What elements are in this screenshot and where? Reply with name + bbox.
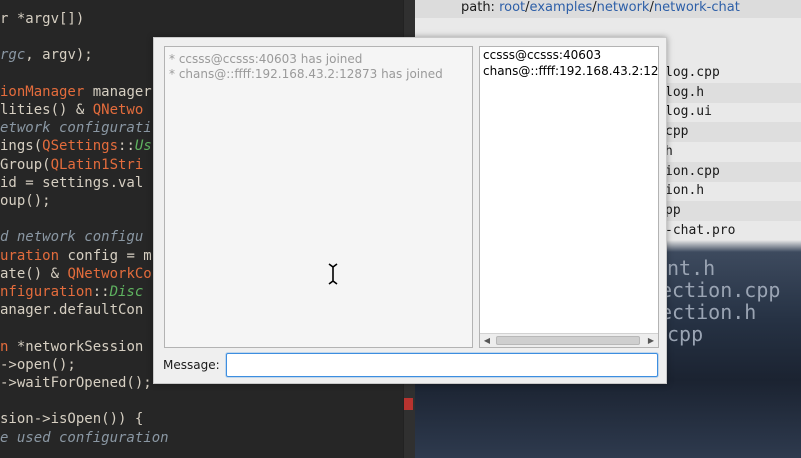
message-label: Message: <box>163 358 220 372</box>
path-link-network[interactable]: network <box>597 0 650 15</box>
code-token: config = m <box>59 247 152 264</box>
code-token: e used configuration <box>0 429 169 446</box>
code-line: ings(QSettings::Us <box>0 137 152 155</box>
code-token: d network configu <box>0 229 144 246</box>
code-line: e used configuration <box>0 429 169 447</box>
code-token: Group( <box>0 156 51 173</box>
code-token: oup(); <box>0 193 51 209</box>
code-token: QNetworkCo <box>67 265 152 282</box>
code-token: r *argv[]) <box>0 11 85 27</box>
chat-log[interactable]: * ccsss@ccsss:40603 has joined * chans@::… <box>164 46 473 348</box>
code-line: Group(QLatin1Stri <box>0 156 143 174</box>
code-token: Us <box>134 138 152 155</box>
file-name-large: cpp <box>667 322 704 346</box>
code-line: n *networkSession <box>0 338 143 356</box>
code-token: QSettings <box>42 138 119 155</box>
scroll-right-icon[interactable]: ▶ <box>645 334 657 347</box>
code-token: uration <box>0 247 60 264</box>
file-name-large: nt.h <box>667 256 716 280</box>
path-label: path: root/examples/network/network-chat <box>461 0 740 16</box>
chat-dialog: * ccsss@ccsss:40603 has joined * chans@::… <box>153 37 667 384</box>
file-name: cpp <box>665 124 689 140</box>
code-token: ings( <box>0 138 43 155</box>
code-line: uration config = m <box>0 247 152 265</box>
code-token: ->open(); <box>0 356 76 373</box>
code-token: id = settings.val <box>0 174 144 191</box>
code-line: ate() & QNetworkCo <box>0 265 152 283</box>
user-list[interactable]: chans@::ffff:192.168.43.2:12873 ccsss@ccs… <box>479 46 659 348</box>
code-token: Disc <box>109 284 144 300</box>
file-name: ion.h <box>665 183 705 199</box>
path-link-examples[interactable]: examples <box>530 0 593 15</box>
code-token: etwork configurati <box>0 120 152 137</box>
text-cursor-icon <box>328 263 338 285</box>
path-link-network-chat[interactable]: network-chat <box>654 0 740 15</box>
code-token: ate() & <box>0 265 68 282</box>
file-name: log.ui <box>665 104 712 120</box>
code-line: ionManager manager <box>0 83 152 101</box>
gutter-error-marker <box>404 398 413 410</box>
code-line: ->waitForOpened(); <box>0 374 152 392</box>
code-token: *networkSession <box>8 338 144 355</box>
file-name: log.h <box>665 84 705 100</box>
file-name-large: ection.cpp <box>660 278 781 302</box>
code-token: , argv); <box>25 47 93 64</box>
code-token: nfiguration <box>0 284 93 300</box>
code-token: manager <box>84 83 152 100</box>
chat-message: * ccsss@ccsss:40603 has joined <box>169 52 363 66</box>
path-link-root[interactable]: root <box>499 0 525 15</box>
code-line: ->open(); <box>0 356 76 374</box>
message-input[interactable] <box>226 353 658 377</box>
code-line: r *argv[]) <box>0 10 84 28</box>
code-token: rgc <box>0 47 26 64</box>
user-list-item[interactable]: chans@::ffff:192.168.43.2:12873 <box>483 64 658 78</box>
code-token: lities() & <box>0 102 93 118</box>
scroll-left-icon[interactable]: ◀ <box>481 334 493 347</box>
chat-message: * chans@::ffff:192.168.43.2:12873 has jo… <box>169 67 443 81</box>
code-line: lities() & QNetwo <box>0 101 143 119</box>
file-name: pp <box>665 202 681 218</box>
scrollbar-thumb[interactable] <box>496 336 640 345</box>
code-line: nfiguration::Disc <box>0 283 143 301</box>
file-name-large: ection.h <box>660 300 757 324</box>
file-name: log.cpp <box>665 65 720 80</box>
code-line: etwork configurati <box>0 119 152 137</box>
file-name: -chat.pro <box>665 222 736 238</box>
code-line: anager.defaultCon <box>0 301 143 319</box>
code-line: rgc, argv); <box>0 46 93 64</box>
code-line: oup(); <box>0 192 51 210</box>
code-token: :: <box>92 284 110 300</box>
code-token: ->waitForOpened(); <box>0 375 152 391</box>
code-token: QNetwo <box>92 102 144 118</box>
user-list-horizontal-scrollbar[interactable]: ◀ ▶ <box>480 333 658 347</box>
code-token: :: <box>118 138 135 155</box>
code-line: id = settings.val <box>0 174 143 192</box>
code-line: d network configu <box>0 228 143 246</box>
path-bar: path: root/examples/network/network-chat <box>415 0 801 18</box>
file-name: ion.cpp <box>665 163 720 179</box>
path-prefix: path: <box>461 0 500 15</box>
user-list-item[interactable]: ccsss@ccsss:40603 <box>483 48 601 62</box>
code-token: sion->isOpen()) { <box>0 411 144 428</box>
code-token: QLatin1Stri <box>50 156 144 173</box>
code-token: ionManager <box>0 83 85 100</box>
code-token: anager.defaultCon <box>0 302 144 319</box>
code-line: sion->isOpen()) { <box>0 410 143 428</box>
